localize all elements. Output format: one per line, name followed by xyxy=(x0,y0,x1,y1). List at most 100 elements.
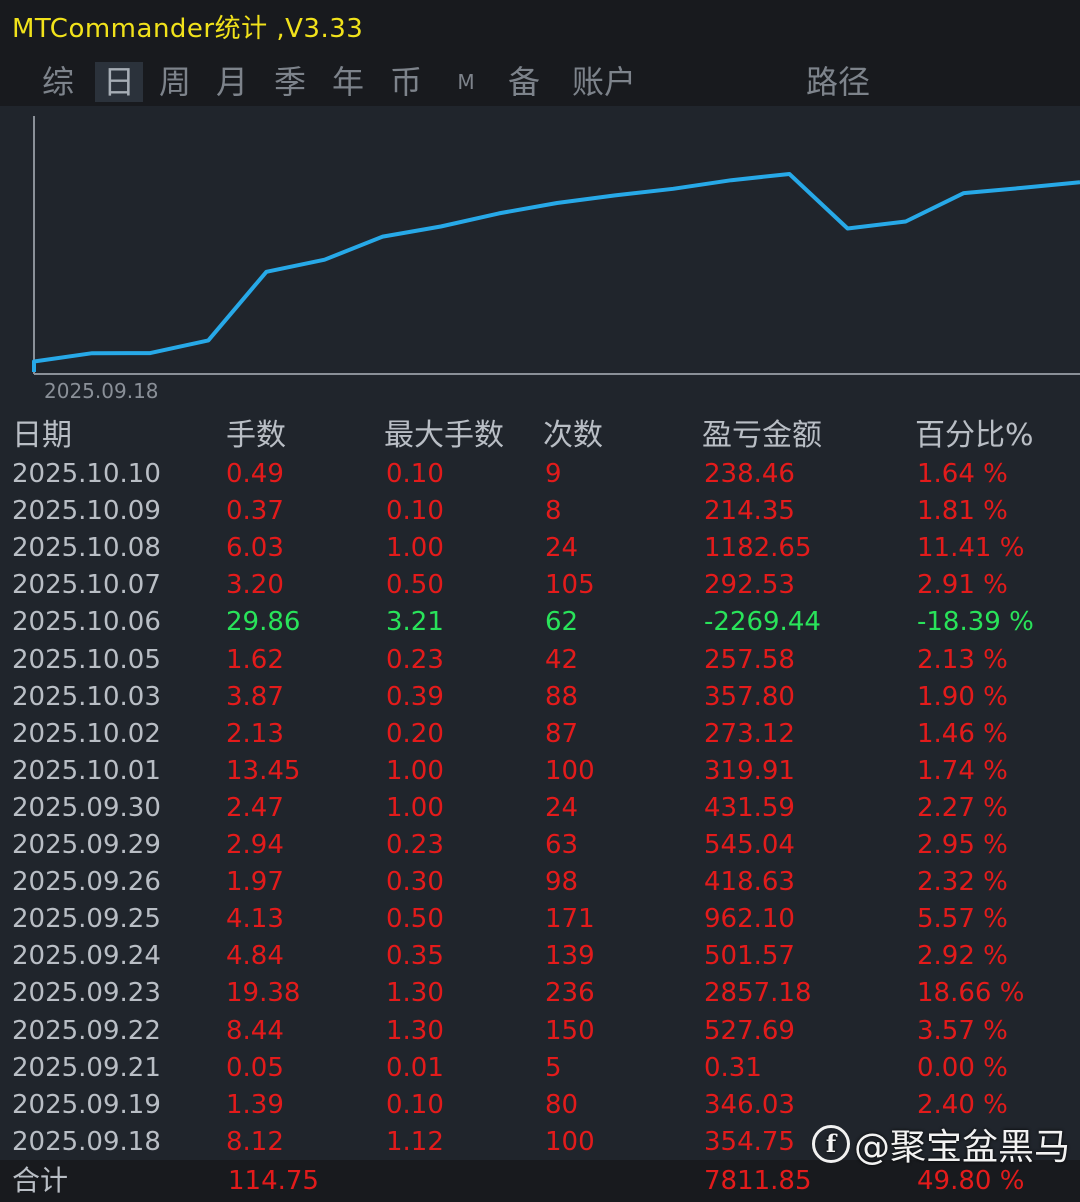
cell-lots: 3.87 xyxy=(226,681,284,712)
cell-pct: 2.91 % xyxy=(917,570,1008,601)
cell-pl: 319.91 xyxy=(704,755,795,786)
cell-pl: 354.75 xyxy=(704,1126,795,1157)
header-count[interactable]: 次数 xyxy=(543,416,603,456)
tab-yearly[interactable]: 年 xyxy=(328,62,368,102)
cell-pl: 1182.65 xyxy=(704,533,812,564)
cell-max-lots: 0.10 xyxy=(386,1089,444,1120)
app-title: MTCommander统计 ,V3.33 xyxy=(12,14,364,44)
cell-max-lots: 0.50 xyxy=(386,570,444,601)
cell-pl: 0.31 xyxy=(704,1052,762,1083)
table-row[interactable]: 2025.10.01 13.45 1.00 100 319.91 1.74 % xyxy=(0,753,1080,790)
cell-date: 2025.09.25 xyxy=(12,904,161,935)
table-row[interactable]: 2025.09.25 4.13 0.50 171 962.10 5.57 % xyxy=(0,901,1080,938)
cell-count: 42 xyxy=(545,644,579,675)
table-row[interactable]: 2025.10.03 3.87 0.39 88 357.80 1.90 % xyxy=(0,679,1080,716)
cell-count: 88 xyxy=(545,681,579,712)
cell-lots: 6.03 xyxy=(226,533,284,564)
table-row[interactable]: 2025.09.24 4.84 0.35 139 501.57 2.92 % xyxy=(0,938,1080,975)
tab-currency[interactable]: 币 xyxy=(386,62,426,102)
cell-count: 9 xyxy=(545,459,562,489)
table-row[interactable]: 2025.09.30 2.47 1.00 24 431.59 2.27 % xyxy=(0,790,1080,827)
cell-pct: -18.39 % xyxy=(917,607,1034,638)
cell-max-lots: 0.23 xyxy=(386,644,444,675)
cell-lots: 0.49 xyxy=(226,459,284,489)
table-row[interactable]: 2025.10.09 0.37 0.10 8 214.35 1.81 % xyxy=(0,493,1080,530)
tab-daily[interactable]: 日 xyxy=(95,62,143,102)
title-bar: MTCommander统计 ,V3.33 综 日 周 月 季 年 币 M 备 账… xyxy=(0,0,1080,106)
cell-pl: 2857.18 xyxy=(704,978,812,1009)
cell-lots: 2.13 xyxy=(226,718,284,749)
start-date-label: 2025.09.18 xyxy=(44,379,159,403)
table-row[interactable]: 2025.09.29 2.94 0.23 63 545.04 2.95 % xyxy=(0,827,1080,864)
cell-lots: 0.05 xyxy=(226,1052,284,1083)
equity-chart: 2025.09.18 xyxy=(0,106,1080,411)
cell-lots: 1.62 xyxy=(226,644,284,675)
header-pl[interactable]: 盈亏金额 xyxy=(702,416,822,456)
cell-date: 2025.10.03 xyxy=(12,681,161,712)
table-row[interactable]: 2025.10.02 2.13 0.20 87 273.12 1.46 % xyxy=(0,716,1080,753)
table-row[interactable]: 2025.10.06 29.86 3.21 62 -2269.44 -18.39 % xyxy=(0,604,1080,641)
cell-count: 100 xyxy=(545,755,595,786)
header-pct[interactable]: 百分比% xyxy=(915,416,1034,456)
tab-path[interactable]: 路径 xyxy=(802,62,874,102)
table-row[interactable]: 2025.09.21 0.05 0.01 5 0.31 0.00 % xyxy=(0,1050,1080,1087)
cell-max-lots: 0.50 xyxy=(386,904,444,935)
cell-pl: 545.04 xyxy=(704,830,795,860)
cell-pl: 292.53 xyxy=(704,570,795,601)
tab-summary[interactable]: 综 xyxy=(38,62,78,102)
cell-pl: 357.80 xyxy=(704,681,795,712)
cell-count: 150 xyxy=(545,1015,595,1046)
tab-monthly[interactable]: 月 xyxy=(212,62,252,102)
table-row[interactable]: 2025.09.22 8.44 1.30 150 527.69 3.57 % xyxy=(0,1013,1080,1050)
cell-date: 2025.10.10 xyxy=(12,459,161,489)
table-row[interactable]: 2025.10.08 6.03 1.00 24 1182.65 11.41 % xyxy=(0,530,1080,567)
tab-bar: 综 日 周 月 季 年 币 M 备 账户 路径 xyxy=(0,60,1080,106)
tab-backup[interactable]: 备 xyxy=(504,62,544,102)
cell-count: 236 xyxy=(545,978,595,1009)
cell-date: 2025.09.30 xyxy=(12,792,161,823)
table-row[interactable]: 2025.10.10 0.49 0.10 9 238.46 1.64 % xyxy=(0,456,1080,493)
cell-pct: 2.27 % xyxy=(917,792,1008,823)
table-row[interactable]: 2025.10.05 1.62 0.23 42 257.58 2.13 % xyxy=(0,642,1080,679)
cell-pct: 1.74 % xyxy=(917,755,1008,786)
total-pl: 7811.85 xyxy=(704,1166,812,1196)
cell-lots: 1.97 xyxy=(226,867,284,898)
cell-pct: 2.92 % xyxy=(917,941,1008,972)
cell-lots: 29.86 xyxy=(226,607,301,638)
cell-pl: 431.59 xyxy=(704,792,795,823)
cell-lots: 2.47 xyxy=(226,792,284,823)
table-row[interactable]: 2025.09.23 19.38 1.30 236 2857.18 18.66 % xyxy=(0,975,1080,1012)
cell-count: 98 xyxy=(545,867,579,898)
tab-weekly[interactable]: 周 xyxy=(155,62,195,102)
cell-date: 2025.10.06 xyxy=(12,607,161,638)
tab-account[interactable]: 账户 xyxy=(568,62,640,102)
tab-m[interactable]: M xyxy=(452,62,480,102)
cell-lots: 2.94 xyxy=(226,830,284,860)
cell-count: 139 xyxy=(545,941,595,972)
table-row[interactable]: 2025.10.07 3.20 0.50 105 292.53 2.91 % xyxy=(0,567,1080,604)
table-row[interactable]: 2025.09.26 1.97 0.30 98 418.63 2.32 % xyxy=(0,864,1080,901)
cell-max-lots: 1.30 xyxy=(386,978,444,1009)
cell-lots: 4.13 xyxy=(226,904,284,935)
cell-pct: 0.00 % xyxy=(917,1052,1008,1083)
cell-date: 2025.09.24 xyxy=(12,941,161,972)
cell-count: 24 xyxy=(545,533,579,564)
cell-pl: 346.03 xyxy=(704,1089,795,1120)
cell-pl: 214.35 xyxy=(704,496,795,527)
cell-date: 2025.10.05 xyxy=(12,644,161,675)
tab-quarterly[interactable]: 季 xyxy=(270,62,310,102)
cell-date: 2025.09.22 xyxy=(12,1015,161,1046)
header-date[interactable]: 日期 xyxy=(12,416,72,456)
cell-max-lots: 0.35 xyxy=(386,941,444,972)
cell-lots: 8.44 xyxy=(226,1015,284,1046)
facebook-icon: f xyxy=(811,1125,850,1163)
header-lots[interactable]: 手数 xyxy=(226,416,286,456)
cell-pl: 527.69 xyxy=(704,1015,795,1046)
cell-max-lots: 0.23 xyxy=(386,830,444,860)
cell-date: 2025.10.02 xyxy=(12,718,161,749)
cell-pct: 11.41 % xyxy=(917,533,1025,564)
cell-pct: 2.13 % xyxy=(917,644,1008,675)
header-max-lots[interactable]: 最大手数 xyxy=(384,416,504,456)
cell-pl: 962.10 xyxy=(704,904,795,935)
cell-lots: 0.37 xyxy=(226,496,284,527)
